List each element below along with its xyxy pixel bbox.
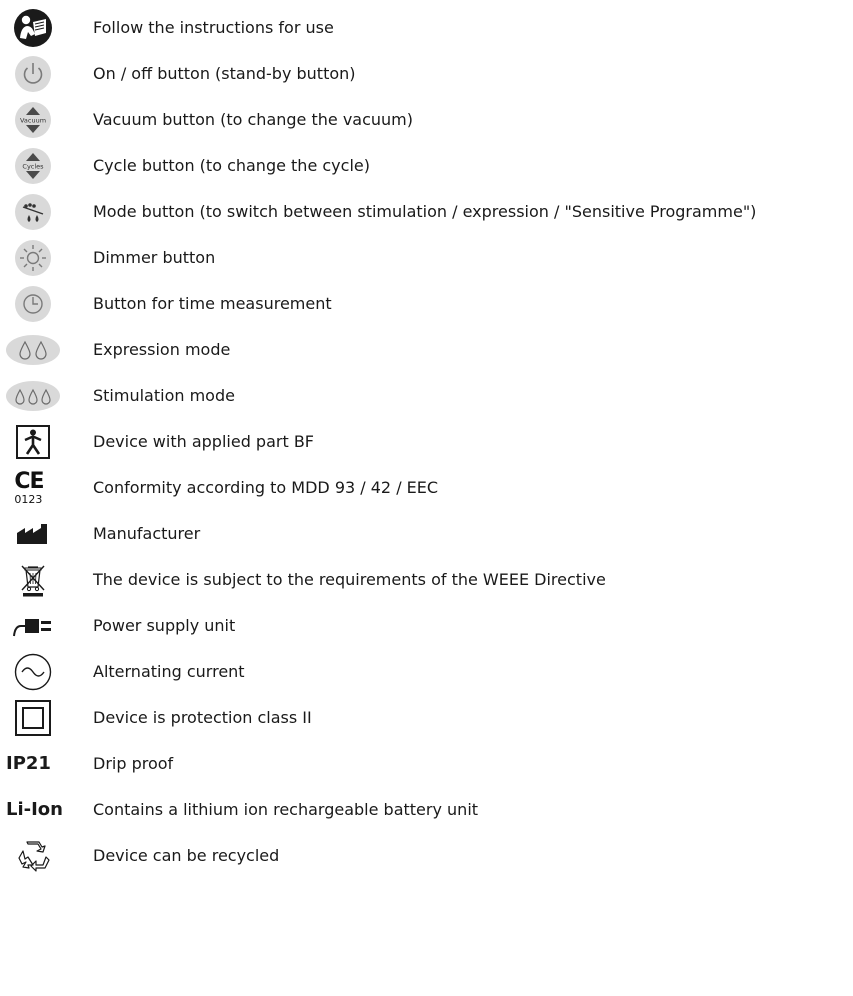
symbol-row: Vacuum Vacuum button (to change the vacu…: [0, 100, 853, 140]
class-ii-icon: [6, 698, 60, 738]
symbol-row: CE 0123 Conformity according to MDD 93 /…: [0, 468, 853, 508]
manufacturer-icon: [6, 514, 60, 554]
symbol-row: The device is subject to the requirement…: [0, 560, 853, 600]
symbol-row: Button for time measurement: [0, 284, 853, 324]
symbol-description: Drip proof: [93, 754, 174, 773]
vacuum-icon-label: Vacuum: [20, 117, 46, 125]
two-drops-icon: [6, 330, 60, 370]
power-icon: [6, 54, 60, 94]
symbol-description: Stimulation mode: [93, 386, 235, 405]
symbol-description: Conformity according to MDD 93 / 42 / EE…: [93, 478, 439, 497]
symbol-row: Cycles Cycle button (to change the cycle…: [0, 146, 853, 186]
ce-mark-label: CE: [14, 469, 44, 494]
power-plug-icon: [6, 606, 60, 646]
ip21-text: IP21: [6, 753, 51, 774]
symbol-description: Cycle button (to change the cycle): [93, 156, 370, 175]
symbol-description: Contains a lithium ion rechargeable batt…: [93, 800, 479, 819]
symbol-description: Power supply unit: [93, 616, 236, 635]
clock-icon: [6, 284, 60, 324]
dimmer-icon: [6, 238, 60, 278]
symbol-row: Li-Ion Contains a lithium ion rechargeab…: [0, 790, 853, 830]
symbol-description: Manufacturer: [93, 524, 201, 543]
symbol-description: Dimmer button: [93, 248, 216, 267]
ce-mark-icon: CE 0123: [6, 468, 60, 508]
symbol-description: Expression mode: [93, 340, 231, 359]
cycles-icon-label: Cycles: [22, 163, 44, 171]
bf-applied-part-icon: [6, 422, 60, 462]
symbol-row: Follow the instructions for use: [0, 8, 853, 48]
vacuum-button-icon: Vacuum: [6, 100, 60, 140]
manual-reader-icon: [6, 8, 60, 48]
li-ion-text: Li-Ion: [6, 799, 63, 820]
symbol-description: On / off button (stand-by button): [93, 64, 356, 83]
symbol-description: Mode button (to switch between stimulati…: [93, 202, 757, 221]
symbol-row: Device with applied part BF: [0, 422, 853, 462]
symbol-row: Device can be recycled: [0, 836, 853, 876]
symbol-row: Stimulation mode: [0, 376, 853, 416]
symbol-description: The device is subject to the requirement…: [93, 570, 606, 589]
symbol-description: Device can be recycled: [93, 846, 280, 865]
symbol-row: Mode button (to switch between stimulati…: [0, 192, 853, 232]
symbol-description: Alternating current: [93, 662, 245, 681]
symbol-row: Expression mode: [0, 330, 853, 370]
mode-button-icon: [6, 192, 60, 232]
three-drops-icon: [6, 376, 60, 416]
recycle-icon: [6, 836, 60, 876]
symbol-description: Device is protection class II: [93, 708, 312, 727]
symbol-description: Vacuum button (to change the vacuum): [93, 110, 413, 129]
symbol-description: Button for time measurement: [93, 294, 332, 313]
symbol-row: Manufacturer: [0, 514, 853, 554]
symbol-row: Dimmer button: [0, 238, 853, 278]
cycle-button-icon: Cycles: [6, 146, 60, 186]
symbol-row: Device is protection class II: [0, 698, 853, 738]
symbol-description: Device with applied part BF: [93, 432, 315, 451]
notified-body-number: 0123: [14, 493, 43, 506]
alternating-current-icon: [6, 652, 60, 692]
symbol-row: IP21 Drip proof: [0, 744, 853, 784]
symbol-row: Power supply unit: [0, 606, 853, 646]
symbol-description: Follow the instructions for use: [93, 18, 334, 37]
weee-bin-icon: [6, 560, 60, 600]
symbol-row: On / off button (stand-by button): [0, 54, 853, 94]
symbol-row: Alternating current: [0, 652, 853, 692]
